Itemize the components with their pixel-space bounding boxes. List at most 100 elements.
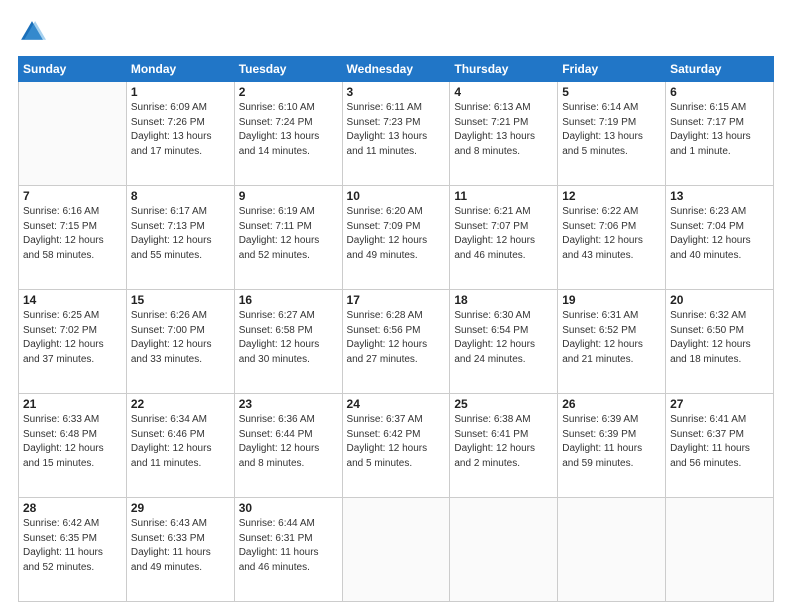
day-info: Sunrise: 6:15 AMSunset: 7:17 PMDaylight:… [670, 101, 769, 159]
day-info: Sunrise: 6:22 AMSunset: 7:06 PMDaylight:… [562, 205, 661, 263]
day-info-line: Sunset: 7:02 PM [23, 325, 97, 336]
day-info-line: and 14 minutes. [239, 146, 310, 157]
calendar-cell: 11 Sunrise: 6:21 AMSunset: 7:07 PMDayligh… [450, 186, 558, 290]
day-info-line: Sunset: 6:48 PM [23, 429, 97, 440]
day-info-line: Sunrise: 6:17 AM [131, 206, 207, 217]
day-info-line: Sunset: 6:39 PM [562, 429, 636, 440]
calendar-cell [666, 498, 774, 602]
day-info-line: Sunrise: 6:30 AM [454, 310, 530, 321]
day-info-line: Sunrise: 6:34 AM [131, 414, 207, 425]
calendar-cell: 24Sunrise: 6:37 AMSunset: 6:42 PMDayligh… [342, 394, 450, 498]
day-info-line: and 40 minutes. [670, 250, 741, 261]
day-info: Sunrise: 6:39 AMSunset: 6:39 PMDaylight:… [562, 413, 661, 471]
calendar-cell: 20Sunrise: 6:32 AMSunset: 6:50 PMDayligh… [666, 290, 774, 394]
calendar-cell: 16Sunrise: 6:27 AMSunset: 6:58 PMDayligh… [234, 290, 342, 394]
calendar-cell: 21 Sunrise: 6:33 AM Sunset: 6:48 PM Dayligh… [19, 394, 127, 498]
day-info-line: and 55 minutes. [131, 250, 202, 261]
day-info-line: Sunset: 7:23 PM [347, 117, 421, 128]
calendar-week-row: 1Sunrise: 6:09 AMSunset: 7:26 PMDaylight… [19, 82, 774, 186]
day-info-line: Daylight: 12 hours [131, 443, 212, 454]
day-number: 7 [23, 189, 122, 203]
day-info-line: Sunset: 6:44 PM [239, 429, 313, 440]
day-info: Sunrise: 6:23 AMSunset: 7:04 PMDaylight:… [670, 205, 769, 263]
day-info-line: Sunrise: 6:20 AM [347, 206, 423, 217]
day-info-line: Daylight: 13 hours [562, 131, 643, 142]
day-info-line: and 33 minutes. [131, 354, 202, 365]
day-info-line: and 17 minutes. [131, 146, 202, 157]
day-number: 10 [347, 189, 446, 203]
day-info-line: and 52 minutes. [23, 562, 94, 573]
day-info-line: Daylight: 12 hours [454, 339, 535, 350]
calendar-table: SundayMondayTuesdayWednesdayThursdayFrid… [18, 56, 774, 602]
day-info-line: Daylight: 13 hours [239, 131, 320, 142]
day-info-line: Sunrise: 6:43 AM [131, 518, 207, 529]
day-info: Sunrise: 6:34 AM Sunset: 6:46 PM Daylight:… [131, 413, 230, 471]
calendar-cell: 7Sunrise: 6:16 AMSunset: 7:15 PMDaylight… [19, 186, 127, 290]
day-info-line: Daylight: 12 hours [562, 339, 643, 350]
calendar-header-tuesday: Tuesday [234, 57, 342, 82]
page: SundayMondayTuesdayWednesdayThursdayFrid… [0, 0, 792, 612]
day-number: 2 [239, 85, 338, 99]
day-info-line: Sunset: 7:15 PM [23, 221, 97, 232]
day-info: Sunrise: 6:31 AMSunset: 6:52 PMDaylight:… [562, 309, 661, 367]
calendar-header-saturday: Saturday [666, 57, 774, 82]
day-info-line: Sunset: 7:11 PM [239, 221, 312, 232]
day-info-line: Sunrise: 6:19 AM [239, 206, 315, 217]
day-number: 29 [131, 501, 230, 515]
day-info-line: Daylight: 12 hours [23, 443, 104, 454]
day-info-line: Sunset: 7:24 PM [239, 117, 313, 128]
day-number: 6 [670, 85, 769, 99]
calendar-header-thursday: Thursday [450, 57, 558, 82]
calendar-header-sunday: Sunday [19, 57, 127, 82]
day-info: Sunrise: 6:19 AMSunset: 7:11 PMDaylight:… [239, 205, 338, 263]
calendar-cell: 18Sunrise: 6:30 AMSunset: 6:54 PMDayligh… [450, 290, 558, 394]
day-info-line: and 5 minutes. [347, 458, 413, 469]
day-number: 12 [562, 189, 661, 203]
day-info-line: Sunrise: 6:44 AM [239, 518, 315, 529]
day-info-line: Sunset: 6:42 PM [347, 429, 421, 440]
day-info-line: Sunrise: 6:37 AM [347, 414, 423, 425]
day-number: 9 [239, 189, 338, 203]
day-info-line: Sunset: 6:35 PM [23, 533, 97, 544]
day-info-line: Daylight: 11 hours [239, 547, 319, 558]
day-info-line: and 11 minutes. [131, 458, 201, 469]
day-info-line: Sunset: 6:54 PM [454, 325, 528, 336]
day-info: Sunrise: 6:30 AM Sunset: 6:54 PM Daylight:… [454, 309, 553, 367]
day-info: Sunrise: 6:21 AMSunset: 7:07 PMDaylight:… [454, 205, 553, 263]
day-info-line: Sunrise: 6:28 AM [347, 310, 423, 321]
day-number: 26 [562, 397, 661, 411]
calendar-cell: 4Sunrise: 6:13 AMSunset: 7:21 PMDaylight… [450, 82, 558, 186]
day-info-line: Sunset: 6:46 PM [131, 429, 205, 440]
calendar-week-row: 7Sunrise: 6:16 AMSunset: 7:15 PMDaylight… [19, 186, 774, 290]
calendar-cell: 27Sunrise: 6:41 AMSunset: 6:37 PMDayligh… [666, 394, 774, 498]
day-info: Sunrise: 6:17 AMSunset: 7:13 PMDaylight:… [131, 205, 230, 263]
day-number: 30 [239, 501, 338, 515]
day-info-line: Sunset: 7:19 PM [562, 117, 636, 128]
day-info: Sunrise: 6:37 AMSunset: 6:42 PMDaylight:… [347, 413, 446, 471]
day-number: 25 [454, 397, 553, 411]
day-info-line: Sunset: 6:58 PM [239, 325, 313, 336]
day-info-line: Sunset: 7:00 PM [131, 325, 205, 336]
day-info-line: and 37 minutes. [23, 354, 94, 365]
calendar-cell: 26 Sunrise: 6:39 AMSunset: 6:39 PMDayligh… [558, 394, 666, 498]
day-info-line: Daylight: 12 hours [131, 339, 212, 350]
day-info-line: Sunrise: 6:41 AM [670, 414, 746, 425]
day-info-line: and 21 minutes. [562, 354, 633, 365]
calendar-cell: 2Sunrise: 6:10 AMSunset: 7:24 PMDaylight… [234, 82, 342, 186]
day-info-line: Sunset: 7:07 PM [454, 221, 528, 232]
day-number: 5 [562, 85, 661, 99]
day-number: 11 [454, 189, 553, 203]
day-number: 21 [23, 397, 122, 411]
day-info-line: Daylight: 11 hours [670, 443, 750, 454]
day-info-line: Sunset: 7:17 PM [670, 117, 744, 128]
day-info-line: Sunrise: 6:09 AM [131, 102, 207, 113]
calendar-cell: 29Sunrise: 6:43 AMSunset: 6:33 PMDayligh… [126, 498, 234, 602]
day-number: 3 [347, 85, 446, 99]
day-info-line: Sunrise: 6:15 AM [670, 102, 746, 113]
day-info-line: Sunrise: 6:32 AM [670, 310, 746, 321]
day-info: Sunrise: 6:42 AMSunset: 6:35 PMDaylight:… [23, 517, 122, 575]
calendar-cell: 23Sunrise: 6:36 AMSunset: 6:44 PMDayligh… [234, 394, 342, 498]
day-info-line: Sunrise: 6:33 AM [23, 414, 99, 425]
calendar-week-row: 28Sunrise: 6:42 AMSunset: 6:35 PMDayligh… [19, 498, 774, 602]
day-info-line: and 8 minutes. [454, 146, 520, 157]
